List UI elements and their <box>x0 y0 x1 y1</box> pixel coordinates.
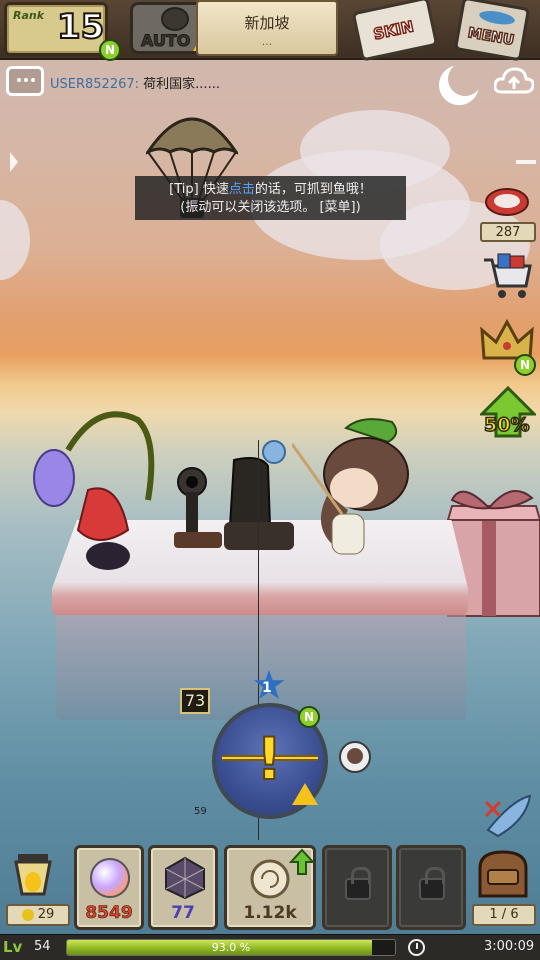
menu-label: MENU <box>466 24 516 49</box>
meat-count: 287 <box>480 222 536 242</box>
rank-panel[interactable]: Rank 15 N <box>4 2 121 61</box>
level-value: 54 <box>34 939 51 954</box>
lock-icon <box>419 867 445 900</box>
lock-icon <box>345 867 371 900</box>
tension-value: 73 <box>180 688 210 714</box>
timer-value: 3:00:09 <box>484 939 535 954</box>
bag-count: 1 / 6 <box>472 904 536 926</box>
lantern-icon[interactable] <box>4 848 64 904</box>
chat-message[interactable]: USER852267: 荷利国家...... <box>50 73 220 92</box>
collapse-dash-icon[interactable] <box>516 160 536 164</box>
chat-dot <box>17 78 21 82</box>
coin-icon <box>21 908 34 921</box>
game-scene[interactable]: Rank 15 N AUTO 新加坡 ... SKIN MENU USER852… <box>0 0 540 960</box>
black-chair-decor <box>224 457 294 550</box>
pearl-icon <box>90 858 130 898</box>
shell-slot[interactable]: 1.12k <box>224 845 316 930</box>
new-badge: N <box>99 39 121 61</box>
chat-button[interactable] <box>6 66 44 96</box>
tip-banner: [Tip] 快速点击的话，可抓到鱼哦！ (振动可以关闭该选项。 [菜单]) <box>135 176 406 220</box>
fish-icon <box>478 8 516 27</box>
meat-icon[interactable] <box>484 186 530 218</box>
bait-orb-icon <box>262 440 286 464</box>
tip-highlight: 点击 <box>228 182 255 197</box>
rank-value: 15 <box>56 6 105 48</box>
shell-icon <box>250 859 290 899</box>
shell-value: 1.12k <box>243 903 297 923</box>
new-badge: N <box>514 354 536 376</box>
web-value: 77 <box>171 903 195 923</box>
rank-label: Rank <box>13 9 45 22</box>
warning-icon <box>292 783 318 805</box>
star-count: 1 <box>262 680 272 696</box>
chat-username: USER852267: <box>50 77 140 92</box>
lantern-count-box: 29 <box>6 904 70 926</box>
lantern-count: 29 <box>37 907 55 922</box>
cloud <box>0 200 30 280</box>
xp-bar: 93.0 % <box>66 939 396 956</box>
chat-text: 荷利国家...... <box>143 77 220 92</box>
fisher-girl-character[interactable] <box>292 414 422 574</box>
xp-text: 93.0 % <box>211 941 251 954</box>
tip-text: 的话，可抓到鱼哦！ <box>254 182 372 197</box>
chat-dot <box>24 78 28 82</box>
shop-cart-icon[interactable] <box>480 252 534 302</box>
tip-line-2: (振动可以关闭该选项。 [菜单]) <box>180 200 361 215</box>
locked-slot[interactable] <box>396 845 466 930</box>
pearl-value: 8549 <box>85 903 133 924</box>
tip-line-1: [Tip] 快速点击的话，可抓到鱼哦！ <box>135 181 406 199</box>
plant-lantern-decor <box>33 411 155 570</box>
new-badge: N <box>298 706 320 728</box>
web-slot[interactable]: 77 <box>148 845 218 930</box>
clock-icon <box>408 939 425 956</box>
tip-text: [Tip] 快速 <box>169 182 229 197</box>
fish-catch-icon[interactable] <box>482 790 536 840</box>
region-sub: ... <box>261 35 273 48</box>
spider-web-icon <box>165 856 205 900</box>
backpack-icon[interactable] <box>472 846 534 902</box>
locked-slot[interactable] <box>322 845 392 930</box>
level-icon: Lv <box>3 938 23 956</box>
status-bar: Lv 54 93.0 % 3:00:09 <box>0 934 540 960</box>
exclamation-icon: ! <box>255 724 283 794</box>
region-scroll[interactable]: 新加坡 ... <box>196 0 338 56</box>
companion-avatar-icon[interactable] <box>338 740 372 774</box>
lock-icon <box>161 7 189 31</box>
night-moon-icon[interactable] <box>445 59 484 98</box>
depth-value: 59 <box>194 806 207 817</box>
pearl-slot[interactable]: 8549 <box>74 845 144 930</box>
auto-label: AUTO <box>140 31 191 51</box>
cannon-decor <box>174 467 222 548</box>
chat-dot <box>31 78 35 82</box>
skin-label: SKIN <box>371 17 416 45</box>
upgrade-arrow-icon <box>289 848 315 875</box>
cloud-upload-icon[interactable] <box>493 66 535 94</box>
boost-label: 50% <box>483 413 530 437</box>
left-arrow-icon[interactable] <box>8 150 20 174</box>
region-name: 新加坡 <box>244 14 290 32</box>
